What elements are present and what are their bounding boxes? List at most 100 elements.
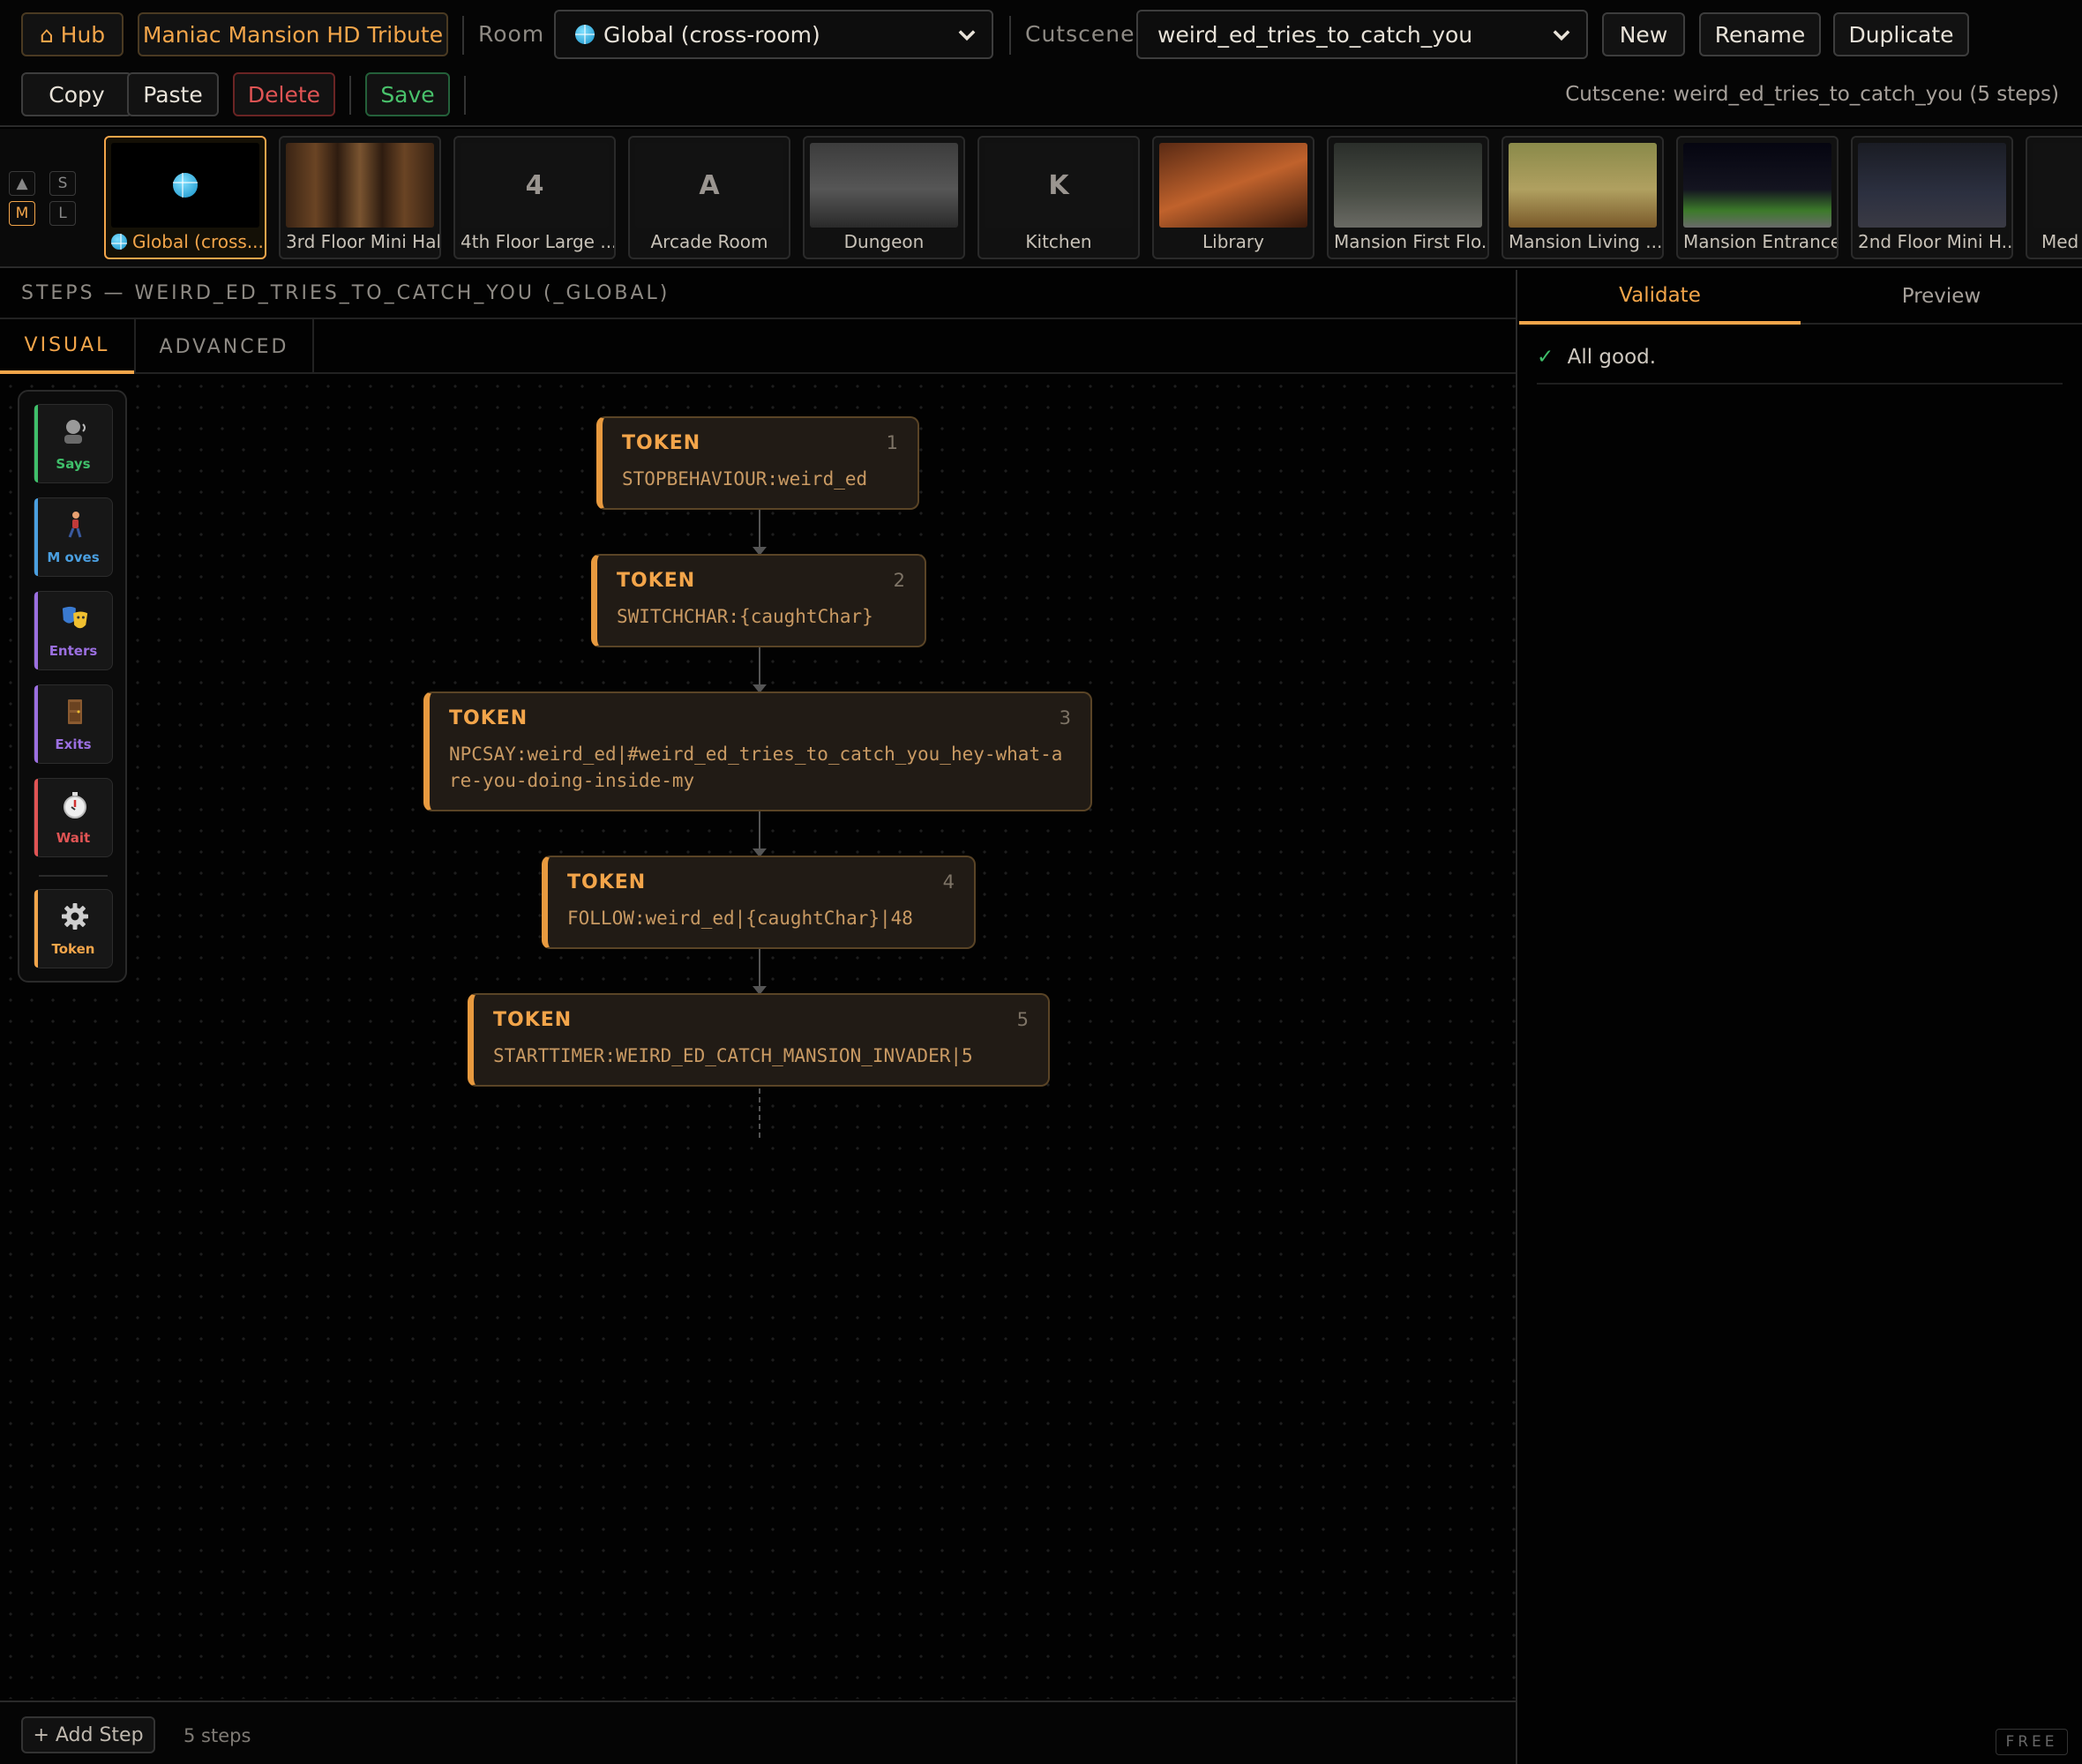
step-connector xyxy=(759,811,760,850)
step-type: TOKEN xyxy=(622,432,701,454)
room-card-label: 4th Floor Large ... xyxy=(461,231,614,252)
new-button[interactable]: New xyxy=(1602,12,1685,56)
delete-button[interactable]: Delete xyxy=(233,72,335,116)
step-code: FOLLOW:weird_ed|{caughtChar}|48 xyxy=(567,908,913,929)
room-card-4th-floor-large[interactable]: 4 4th Floor Large ... xyxy=(453,136,616,259)
palette-label: Exits xyxy=(55,736,92,752)
toolbar-separator xyxy=(462,16,464,55)
size-toggle-l[interactable]: L xyxy=(49,201,76,226)
project-button[interactable]: Maniac Mansion HD Tribute xyxy=(138,12,448,56)
theater-masks-icon xyxy=(61,604,89,632)
tab-visual[interactable]: VISUAL xyxy=(0,319,134,374)
cutscene-select[interactable]: weird_ed_tries_to_catch_you xyxy=(1136,10,1588,59)
room-card-label: 2nd Floor Mini H... xyxy=(1858,231,2011,252)
chevron-down-icon xyxy=(958,30,976,41)
palette-token[interactable]: Token xyxy=(34,889,113,968)
tab-divider xyxy=(312,319,314,374)
room-card-mansion-first-floor[interactable]: Mansion First Flo... xyxy=(1327,136,1489,259)
tab-validate[interactable]: Validate xyxy=(1519,270,1801,325)
room-thumbnail xyxy=(286,143,434,228)
room-card-label: Kitchen xyxy=(1025,231,1092,252)
palette-label: Token xyxy=(51,941,95,957)
tab-preview[interactable]: Preview xyxy=(1801,270,2082,325)
step-node[interactable]: TOKEN 2 SWITCHCHAR:{caughtChar} xyxy=(591,554,926,647)
room-card-mansion-entrance[interactable]: Mansion Entrance xyxy=(1676,136,1839,259)
room-select[interactable]: Global (cross-room) xyxy=(554,10,993,59)
room-thumbnail xyxy=(1858,143,2006,228)
globe-icon xyxy=(111,234,127,250)
room-thumbnail xyxy=(1683,143,1831,228)
validation-result: ✓ All good. xyxy=(1537,346,2063,385)
chevron-down-icon xyxy=(1553,30,1570,41)
room-card-dungeon[interactable]: Dungeon xyxy=(803,136,965,259)
room-label: Room xyxy=(478,21,545,47)
rename-button[interactable]: Rename xyxy=(1699,12,1821,56)
room-card-library[interactable]: Library xyxy=(1152,136,1314,259)
step-node[interactable]: TOKEN 5 STARTTIMER:WEIRD_ED_CATCH_MANSIO… xyxy=(468,993,1050,1087)
size-toggle-s[interactable]: S xyxy=(49,171,76,196)
room-thumbnail xyxy=(1509,143,1657,228)
room-card-3rd-floor-mini-hall[interactable]: 3rd Floor Mini Hall xyxy=(279,136,441,259)
room-thumbnail: 4 xyxy=(461,143,609,228)
room-card-label: Arcade Room xyxy=(650,231,768,252)
editor-tabs: VISUAL ADVANCED xyxy=(0,318,1516,374)
step-type: TOKEN xyxy=(449,707,528,729)
room-card-label: Library xyxy=(1202,231,1264,252)
duplicate-button[interactable]: Duplicate xyxy=(1833,12,1969,56)
room-card-global[interactable]: Global (cross... xyxy=(104,136,266,259)
door-icon xyxy=(61,698,89,726)
globe-icon xyxy=(575,25,595,44)
palette-label: M oves xyxy=(47,549,100,565)
room-thumbnail: K xyxy=(985,143,1133,228)
step-connector-end xyxy=(759,1088,760,1138)
steps-header: STEPS — WEIRD_ED_TRIES_TO_CATCH_YOU (_GL… xyxy=(21,282,670,304)
paste-button[interactable]: Paste xyxy=(127,72,219,116)
step-code: STOPBEHAVIOUR:weird_ed xyxy=(622,468,868,490)
palette-moves[interactable]: M oves xyxy=(34,497,113,577)
save-button[interactable]: Save xyxy=(365,72,450,116)
step-node[interactable]: TOKEN 1 STOPBEHAVIOUR:weird_ed xyxy=(596,416,919,510)
cutscene-status: Cutscene: weird_ed_tries_to_catch_you (5… xyxy=(1565,83,2059,106)
palette-wait[interactable]: Wait xyxy=(34,778,113,857)
room-card-2nd-floor-mini-hall[interactable]: 2nd Floor Mini H... xyxy=(1851,136,2013,259)
room-thumbnail: A xyxy=(635,143,783,228)
room-card-label: Mansion Living ... xyxy=(1509,231,1662,252)
free-badge: FREE xyxy=(1996,1729,2068,1755)
palette-enters[interactable]: Enters xyxy=(34,591,113,670)
palette-label: Wait xyxy=(56,830,91,846)
room-card-kitchen[interactable]: K Kitchen xyxy=(977,136,1140,259)
step-node[interactable]: TOKEN 3 NPCSAY:weird_ed|#weird_ed_tries_… xyxy=(423,691,1092,811)
palette-label: Says xyxy=(56,456,91,472)
room-card-mansion-living[interactable]: Mansion Living ... xyxy=(1502,136,1664,259)
step-connector xyxy=(759,510,760,549)
size-toggle-m[interactable]: M xyxy=(9,201,35,226)
palette-divider xyxy=(39,875,108,877)
toolbar-separator xyxy=(349,76,351,115)
step-type: TOKEN xyxy=(567,871,647,893)
step-number: 2 xyxy=(893,570,905,591)
palette-exits[interactable]: Exits xyxy=(34,684,113,764)
room-card-label: Mansion First Flo... xyxy=(1334,231,1487,252)
toolbar-separator xyxy=(464,76,466,115)
room-card-label: 3rd Floor Mini Hall xyxy=(286,231,439,252)
palette-says[interactable]: Says xyxy=(34,404,113,483)
tab-advanced[interactable]: ADVANCED xyxy=(136,319,312,374)
visual-canvas[interactable]: Says M oves Enters Exits Wait Token TOKE… xyxy=(0,376,1516,1699)
validation-message: All good. xyxy=(1567,346,1657,369)
step-node[interactable]: TOKEN 4 FOLLOW:weird_ed|{caughtChar}|48 xyxy=(542,856,976,949)
room-thumbnail xyxy=(810,143,958,228)
room-thumbnail xyxy=(111,143,259,228)
hub-button[interactable]: ⌂ Hub xyxy=(21,12,124,56)
step-number: 5 xyxy=(1016,1009,1029,1030)
room-card-med[interactable]: Med xyxy=(2026,136,2082,259)
step-count: 5 steps xyxy=(183,1725,251,1746)
copy-button[interactable]: Copy xyxy=(21,72,132,116)
room-card-label: Dungeon xyxy=(843,231,925,252)
walking-person-icon xyxy=(61,511,89,539)
step-code: NPCSAY:weird_ed|#weird_ed_tries_to_catch… xyxy=(449,744,1063,791)
add-step-button[interactable]: + Add Step xyxy=(21,1716,155,1753)
room-card-label: Global (cross... xyxy=(106,231,265,252)
room-card-arcade-room[interactable]: A Arcade Room xyxy=(628,136,790,259)
size-toggle-up[interactable]: ▲ xyxy=(9,171,35,196)
stopwatch-icon xyxy=(61,791,89,819)
